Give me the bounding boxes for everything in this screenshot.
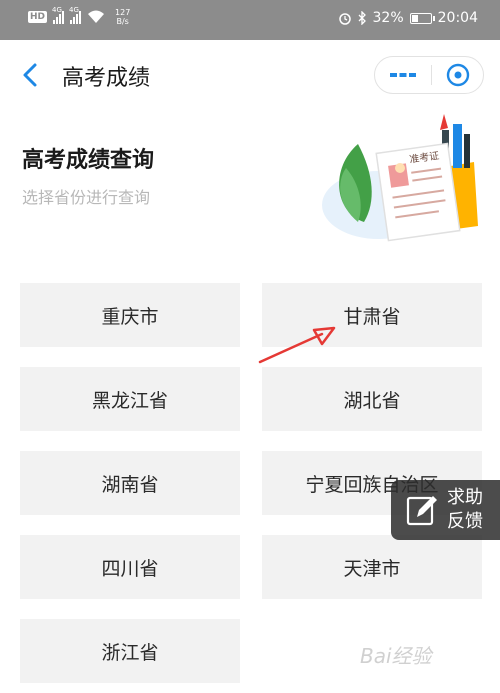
baidu-watermark: Bai经验: [360, 644, 432, 668]
back-chevron-icon[interactable]: [20, 62, 42, 88]
status-right: 32% 20:04: [338, 10, 478, 26]
nav-header: 高考成绩: [0, 40, 500, 108]
exam-ticket-illustration: 准考证: [322, 114, 478, 242]
network-speed: 127 B/s: [115, 8, 131, 26]
page-title: 高考成绩: [62, 66, 151, 91]
section-subtitle: 选择省份进行查询: [22, 188, 151, 207]
edit-note-icon: [406, 496, 437, 526]
help-feedback-label: 求助 反馈: [447, 486, 483, 534]
section-title: 高考成绩查询: [22, 148, 155, 173]
battery-icon: [409, 12, 435, 24]
annotation-arrow-icon: [258, 326, 336, 364]
province-button[interactable]: 湖北省: [262, 367, 482, 431]
province-button[interactable]: 天津市: [262, 535, 482, 599]
bluetooth-icon: [358, 11, 366, 25]
alarm-icon: [338, 13, 351, 25]
feedback-line: 反馈: [447, 511, 483, 532]
province-button[interactable]: 黑龙江省: [20, 367, 240, 431]
battery-percent: 32%: [372, 10, 404, 26]
help-line: 求助: [447, 487, 483, 508]
province-button[interactable]: 湖南省: [20, 451, 240, 515]
clock: 20:04: [437, 10, 478, 26]
more-button[interactable]: [375, 56, 431, 94]
mini-program-capsule: [374, 56, 484, 94]
province-button[interactable]: 四川省: [20, 535, 240, 599]
hd-badge: HD: [28, 11, 48, 23]
close-button[interactable]: [432, 56, 483, 94]
wifi-icon: [88, 10, 105, 23]
signal-icon: 4G: [52, 6, 65, 24]
status-bar: HD 4G 4G 127 B/s 32% 20:04: [0, 0, 500, 40]
province-button[interactable]: 重庆市: [20, 283, 240, 347]
help-feedback-button[interactable]: 求助 反馈: [391, 480, 500, 540]
status-left: HD 4G 4G 127 B/s: [28, 6, 131, 26]
signal-icon: 4G: [69, 6, 82, 24]
more-dots-icon: [390, 73, 416, 77]
close-target-icon: [446, 63, 469, 87]
province-button[interactable]: 浙江省: [20, 619, 240, 683]
